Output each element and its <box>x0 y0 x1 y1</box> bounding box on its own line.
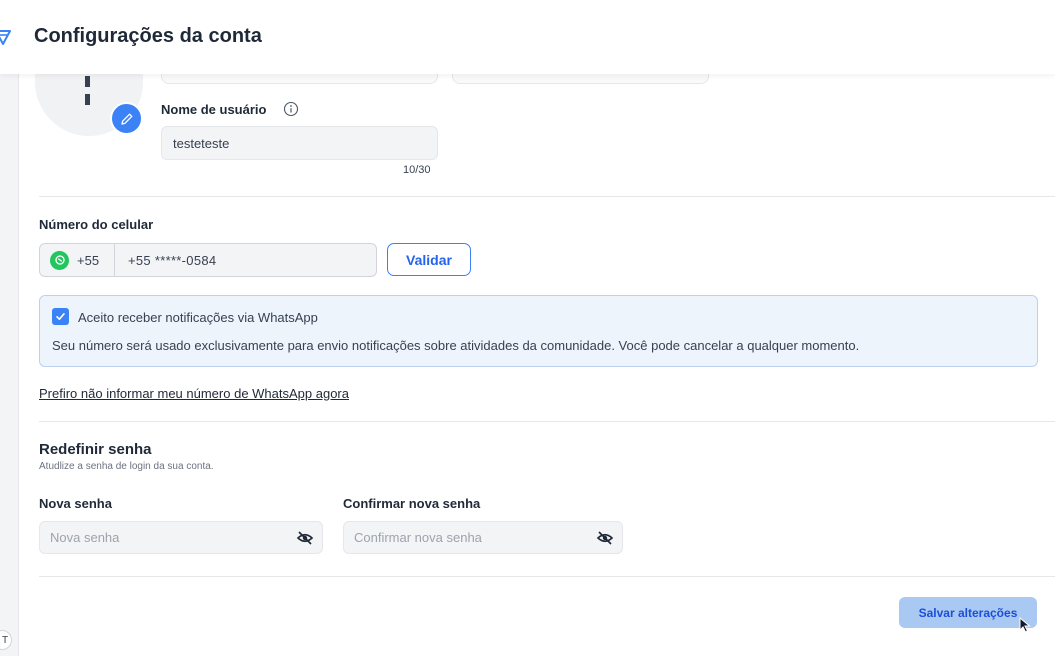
top-bar: Configurações da conta <box>0 0 1055 74</box>
whatsapp-consent-checkbox[interactable] <box>52 308 69 325</box>
feather-logo-icon <box>0 30 11 45</box>
divider <box>39 196 1055 197</box>
skip-whatsapp-link[interactable]: Prefiro não informar meu número de Whats… <box>39 386 349 401</box>
username-input[interactable]: testeteste <box>161 126 438 160</box>
country-code-selector[interactable]: +55 <box>40 244 115 276</box>
new-password-label: Nova senha <box>39 496 112 511</box>
info-icon[interactable] <box>283 101 299 117</box>
country-code: +55 <box>77 252 100 268</box>
username-value: testeteste <box>173 135 230 151</box>
pencil-icon <box>120 113 132 125</box>
username-counter: 10/30 <box>403 164 431 176</box>
whatsapp-consent-label[interactable]: Aceito receber notificações via WhatsApp <box>78 310 318 325</box>
mouse-cursor-icon <box>1019 617 1031 633</box>
save-changes-button[interactable]: Salvar alterações <box>899 597 1037 628</box>
confirm-password-input[interactable] <box>343 521 623 554</box>
validate-button[interactable]: Validar <box>387 243 471 276</box>
bottom-badge[interactable]: T <box>0 630 12 650</box>
divider <box>39 421 1055 422</box>
new-password-input[interactable] <box>39 521 323 554</box>
whatsapp-notice-text: Seu número será usado exclusivamente par… <box>52 338 860 353</box>
avatar-placeholder-icon <box>85 74 115 105</box>
whatsapp-notice: Aceito receber notificações via WhatsApp… <box>39 295 1038 367</box>
password-section-subtitle: Atudlize a senha de login da sua conta. <box>39 461 214 472</box>
settings-card: Nome de usuário testeteste 10/30 Número … <box>18 60 1055 656</box>
checkmark-icon <box>56 313 65 320</box>
phone-input[interactable]: +55 +55 *****-0584 <box>39 243 377 277</box>
eye-slash-icon[interactable] <box>296 529 314 547</box>
confirm-password-label: Confirmar nova senha <box>343 496 481 511</box>
phone-number-value: +55 *****-0584 <box>128 252 217 268</box>
page-title: Configurações da conta <box>34 25 262 47</box>
password-section-title: Redefinir senha <box>39 441 152 458</box>
whatsapp-icon <box>50 250 69 270</box>
eye-slash-icon[interactable] <box>596 529 614 547</box>
divider <box>39 576 1055 577</box>
edit-avatar-button[interactable] <box>110 102 143 135</box>
username-label: Nome de usuário <box>161 102 267 117</box>
phone-label: Número do celular <box>39 217 154 232</box>
